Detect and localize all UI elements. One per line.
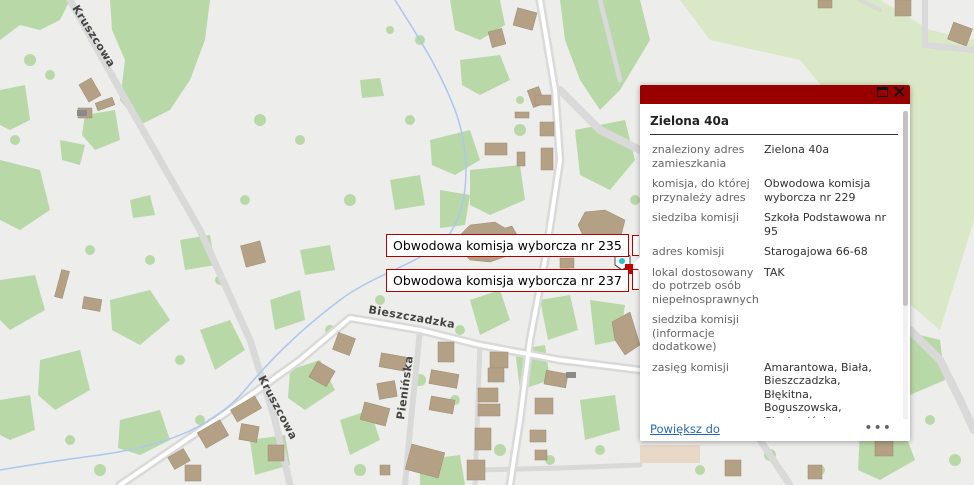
popup-header	[640, 85, 910, 104]
attribute-key: siedziba komisji (informacje dodatkowe)	[652, 313, 739, 353]
attribute-value: Obwodowa komisja wyborcza nr 229	[764, 177, 871, 204]
callout-komisja-237[interactable]: Obwodowa komisja wyborcza nr 237	[386, 269, 629, 292]
attribute-table: znaleziony adres zamieszkania Zielona 40a…	[650, 141, 894, 418]
attribute-key: siedziba komisji	[652, 211, 739, 224]
attribute-row: znaleziony adres zamieszkania Zielona 40a	[650, 141, 894, 175]
attribute-row: siedziba komisji Szkoła Podstawowa nr 95	[650, 209, 894, 243]
info-popup: Zielona 40a znaleziony adres zamieszkani…	[640, 85, 910, 441]
attribute-value: Starogajowa 66-68	[764, 245, 868, 258]
popup-body[interactable]: Zielona 40a znaleziony adres zamieszkani…	[640, 104, 904, 418]
close-icon[interactable]	[891, 86, 907, 102]
maximize-icon[interactable]	[874, 86, 890, 102]
popup-title: Zielona 40a	[650, 104, 898, 135]
popup-pointer	[633, 256, 641, 272]
attribute-row: zasięg komisji Amarantowa, Biała, Bieszcz…	[650, 359, 894, 419]
area-highlight	[640, 445, 700, 463]
attribute-value: Amarantowa, Biała, Bieszczadzka, Błękitn…	[764, 360, 872, 419]
marker-dot-icon	[619, 258, 625, 264]
popup-scrollbar[interactable]	[903, 111, 908, 441]
attribute-key: znaleziony adres zamieszkania	[652, 143, 745, 170]
callout-edge	[632, 235, 639, 256]
attribute-value: Zielona 40a	[764, 143, 830, 156]
attribute-row: lokal dostosowany do potrzeb osób niepeł…	[650, 264, 894, 312]
attribute-row: komisja, do której przynależy adres Obwod…	[650, 175, 894, 209]
small-building	[566, 372, 576, 378]
scrollbar-thumb[interactable]	[903, 111, 908, 306]
zoom-to-link[interactable]: Powiększ do	[650, 422, 720, 436]
attribute-value: Szkoła Podstawowa nr 95	[764, 211, 887, 238]
attribute-row: siedziba komisji (informacje dodatkowe)	[650, 311, 894, 359]
attribute-key: komisja, do której przynależy adres	[652, 177, 750, 204]
more-options-icon[interactable]: •••	[864, 420, 892, 436]
attribute-value: TAK	[764, 265, 785, 279]
popup-footer: Powiększ do •••	[640, 419, 910, 441]
attribute-key: adres komisji	[652, 245, 725, 258]
small-building	[77, 110, 87, 116]
callout-komisja-235[interactable]: Obwodowa komisja wyborcza nr 235	[386, 234, 629, 257]
callout-edge	[632, 269, 639, 290]
attribute-key: zasięg komisji	[652, 360, 729, 374]
attribute-key: lokal dostosowany do potrzeb osób niepeł…	[652, 265, 759, 306]
attribute-value	[762, 311, 894, 359]
attribute-row: adres komisji Starogajowa 66-68	[650, 243, 894, 264]
